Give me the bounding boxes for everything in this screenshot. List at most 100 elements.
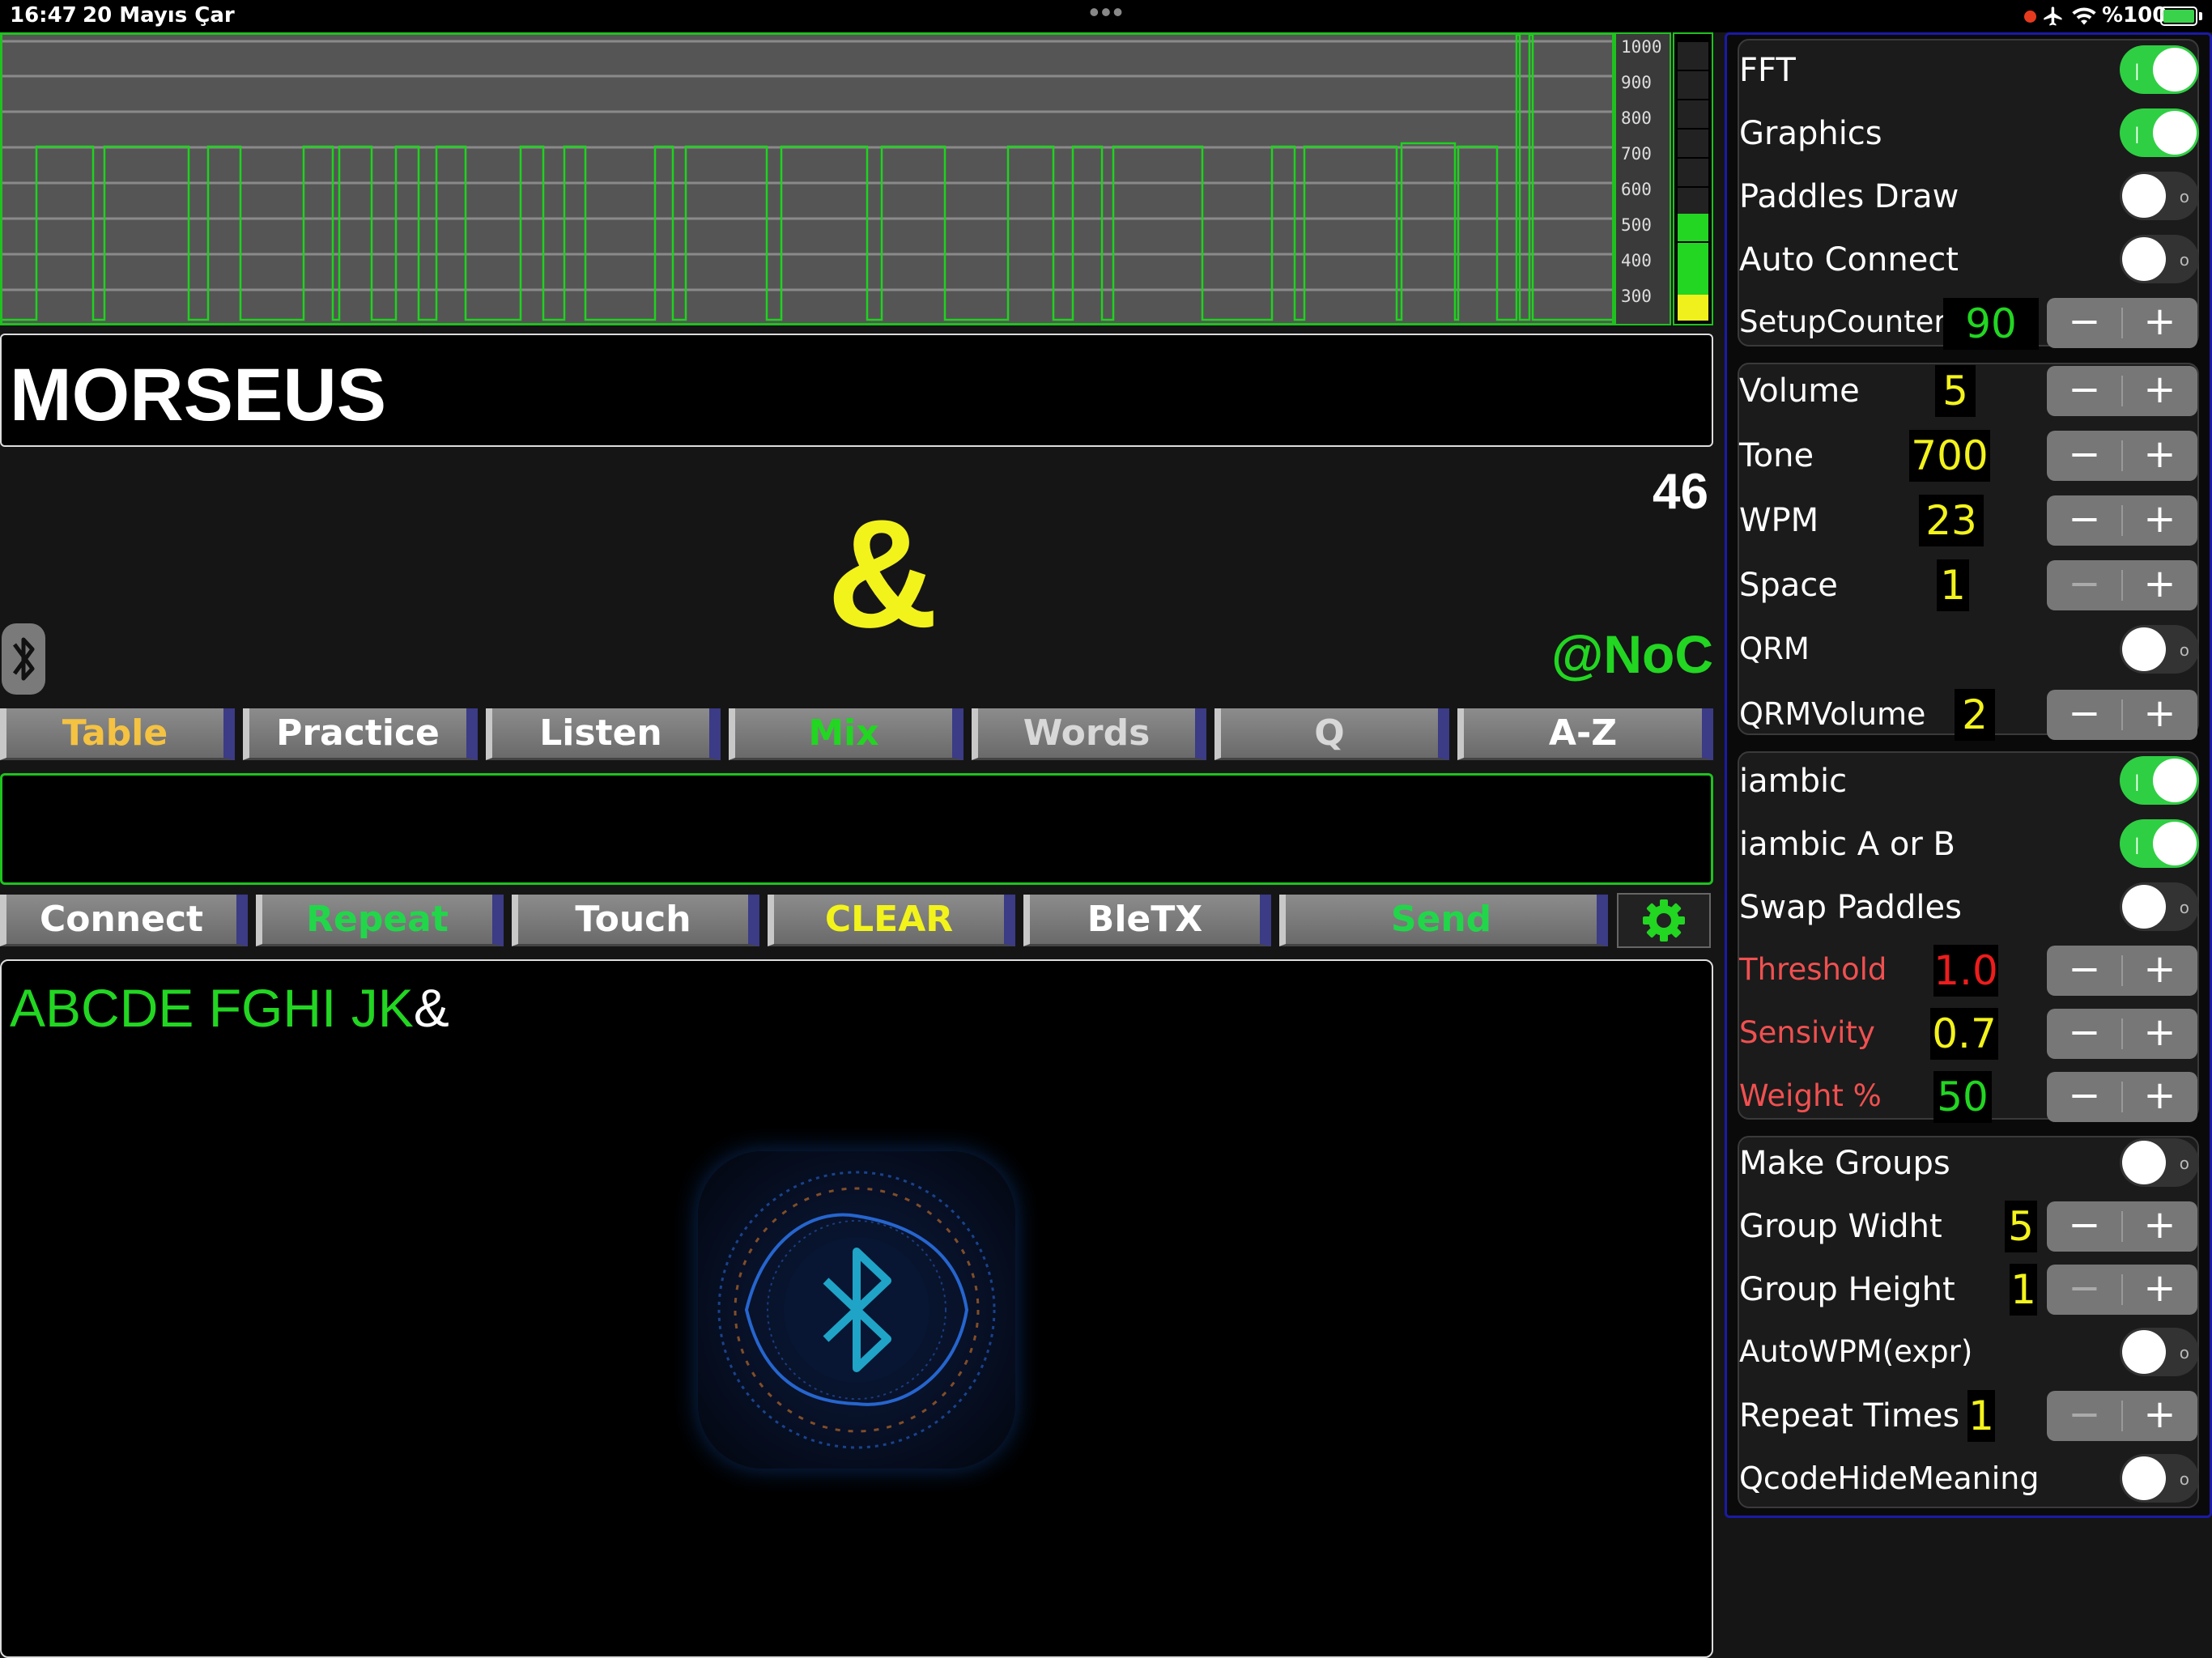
iambic-label: iambic: [1739, 763, 1848, 800]
sensivity-stepper[interactable]: − +: [2047, 1009, 2197, 1059]
qcode-hide-meaning-toggle[interactable]: o: [2120, 1454, 2199, 1503]
decrement-button[interactable]: −: [2047, 495, 2122, 546]
settings-group-audio: [1738, 363, 2199, 735]
decoded-output: ABCDE FGHI JK&: [0, 959, 1713, 1658]
weight-value: 50: [1933, 1071, 1992, 1123]
fft-label: FFT: [1739, 52, 1796, 89]
increment-button[interactable]: +: [2122, 366, 2197, 416]
fft-toggle[interactable]: |: [2120, 45, 2199, 94]
auto-connect-label: Auto Connect: [1739, 241, 1959, 278]
bluetooth-side-button[interactable]: [2, 623, 45, 695]
repeat-times-stepper[interactable]: − +: [2047, 1391, 2197, 1441]
decrement-button[interactable]: −: [2047, 431, 2122, 481]
space-value: 1: [1937, 559, 1969, 611]
status-date: 20 Mayıs Çar: [83, 3, 235, 28]
weight-stepper[interactable]: − +: [2047, 1072, 2197, 1122]
qrm-volume-label: QRMVolume: [1739, 696, 1926, 732]
repeat-times-value: 1: [1967, 1390, 1995, 1442]
increment-button[interactable]: +: [2122, 431, 2197, 481]
swap-paddles-toggle[interactable]: o: [2120, 882, 2199, 931]
battery-percent: %100: [2102, 3, 2167, 28]
practice-button[interactable]: Practice: [243, 708, 478, 760]
increment-button[interactable]: +: [2122, 1391, 2197, 1441]
auto-connect-toggle[interactable]: o: [2120, 235, 2199, 283]
decrement-button[interactable]: −: [2047, 298, 2122, 348]
decrement-button[interactable]: −: [2047, 1009, 2122, 1059]
wpm-stepper[interactable]: − +: [2047, 495, 2197, 546]
settings-button[interactable]: [1617, 893, 1711, 948]
increment-button[interactable]: +: [2122, 946, 2197, 996]
connect-button[interactable]: Connect: [0, 895, 248, 946]
make-groups-toggle[interactable]: o: [2120, 1138, 2199, 1187]
decrement-button[interactable]: −: [2047, 560, 2122, 610]
qrm-volume-stepper[interactable]: − +: [2047, 690, 2197, 740]
table-button[interactable]: Table: [0, 708, 235, 760]
sensivity-label: Sensivity: [1739, 1015, 1875, 1050]
tone-label: Tone: [1739, 437, 1814, 474]
space-label: Space: [1739, 567, 1838, 604]
callsign: @NoC: [1551, 624, 1713, 684]
increment-button[interactable]: +: [2122, 560, 2197, 610]
increment-button[interactable]: +: [2122, 1072, 2197, 1122]
clear-button[interactable]: CLEAR: [768, 895, 1015, 946]
decrement-button[interactable]: −: [2047, 690, 2122, 740]
qrm-toggle[interactable]: o: [2120, 625, 2199, 674]
recording-dot-icon: [2024, 11, 2036, 23]
graphics-toggle[interactable]: |: [2120, 108, 2199, 157]
decrement-button[interactable]: −: [2047, 1072, 2122, 1122]
send-button[interactable]: Send: [1279, 895, 1608, 946]
bletx-button[interactable]: BleTX: [1023, 895, 1271, 946]
decrement-button[interactable]: −: [2047, 1201, 2122, 1252]
wifi-icon: [2072, 7, 2096, 25]
listen-button[interactable]: Listen: [486, 708, 721, 760]
increment-button[interactable]: +: [2122, 298, 2197, 348]
repeat-button[interactable]: Repeat: [256, 895, 504, 946]
decrement-button[interactable]: −: [2047, 1391, 2122, 1441]
current-character: &: [827, 488, 938, 660]
iambic-toggle[interactable]: |: [2120, 756, 2199, 805]
decoded-text-last: &: [413, 978, 449, 1038]
title-display: MORSEUS: [0, 334, 1713, 447]
tone-stepper[interactable]: − +: [2047, 431, 2197, 481]
char-counter: 46: [1653, 464, 1708, 520]
volume-stepper[interactable]: − +: [2047, 366, 2197, 416]
setup-counter-value: 90: [1943, 298, 2039, 350]
iambic-ab-label: iambic A or B: [1739, 826, 1955, 863]
a-z-button[interactable]: A-Z: [1457, 708, 1713, 760]
morse-waveform: [2, 35, 1612, 321]
settings-group-keyer: [1738, 751, 2199, 1120]
auto-wpm-toggle[interactable]: o: [2120, 1328, 2199, 1376]
threshold-stepper[interactable]: − +: [2047, 946, 2197, 996]
words-button[interactable]: Words: [972, 708, 1206, 760]
increment-button[interactable]: +: [2122, 1265, 2197, 1315]
increment-button[interactable]: +: [2122, 690, 2197, 740]
repeat-times-label: Repeat Times: [1739, 1397, 1960, 1435]
decrement-button[interactable]: −: [2047, 946, 2122, 996]
paddles-draw-toggle[interactable]: o: [2120, 172, 2199, 220]
status-bar: 16:47 20 Mayıs Çar ••• %100: [0, 0, 2212, 32]
threshold-value: 1.0: [1933, 945, 1998, 997]
wpm-label: WPM: [1739, 502, 1819, 539]
increment-button[interactable]: +: [2122, 495, 2197, 546]
decrement-button[interactable]: −: [2047, 366, 2122, 416]
touch-button[interactable]: Touch: [512, 895, 759, 946]
multitask-dots-icon[interactable]: •••: [1089, 0, 1125, 29]
increment-button[interactable]: +: [2122, 1009, 2197, 1059]
increment-button[interactable]: +: [2122, 1201, 2197, 1252]
decrement-button[interactable]: −: [2047, 1265, 2122, 1315]
iambic-ab-toggle[interactable]: |: [2120, 819, 2199, 868]
weight-label: Weight %: [1739, 1078, 1882, 1113]
group-width-stepper[interactable]: − +: [2047, 1201, 2197, 1252]
group-width-label: Group Widht: [1739, 1208, 1942, 1245]
group-height-stepper[interactable]: − +: [2047, 1265, 2197, 1315]
graphics-label: Graphics: [1739, 115, 1882, 152]
sensivity-value: 0.7: [1930, 1008, 1998, 1060]
q-button[interactable]: Q: [1214, 708, 1449, 760]
auto-wpm-label: AutoWPM(expr): [1739, 1334, 1973, 1369]
space-stepper[interactable]: − +: [2047, 560, 2197, 610]
setup-counter-stepper[interactable]: − +: [2047, 298, 2197, 348]
signal-scope: [0, 32, 1614, 325]
threshold-label: Threshold: [1739, 952, 1887, 987]
morse-input-area[interactable]: [0, 773, 1713, 885]
mix-button[interactable]: Mix: [729, 708, 963, 760]
